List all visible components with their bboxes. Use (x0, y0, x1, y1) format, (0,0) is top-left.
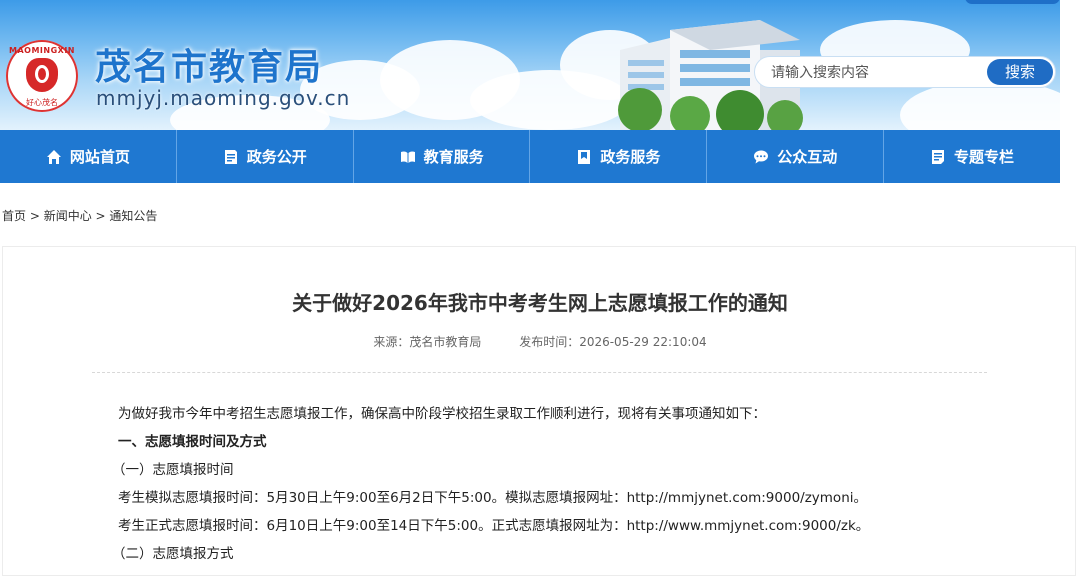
article-paragraph: 考生模拟志愿填报时间：5月30日上午9:00至6月2日下午5:00。模拟志愿填报… (118, 490, 867, 506)
article-paragraph: 考生正式志愿填报时间：6月10日上午9:00至14日下午5:00。正式志愿填报网… (118, 518, 870, 534)
breadcrumb-news-link[interactable]: 新闻中心 (44, 209, 92, 223)
nav-item-special-topics[interactable]: 专题专栏 (884, 130, 1060, 183)
breadcrumb-separator: > (26, 209, 44, 223)
article-title: 关于做好2026年我市中考考生网上志愿填报工作的通知 (292, 291, 788, 315)
breadcrumb-separator: > (91, 209, 110, 223)
bookmark-icon (578, 149, 591, 164)
nav-item-label: 公众互动 (777, 148, 838, 166)
article-paragraph: 为做好我市今年中考招生志愿填报工作，确保高中阶段学校招生录取工作顺利进行，现将有… (118, 406, 766, 422)
nav-item-home[interactable]: 网站首页 (0, 130, 177, 183)
nav-item-label: 政务公开 (246, 148, 307, 166)
list-icon (932, 149, 945, 164)
nav-item-public-interaction[interactable]: 公众互动 (707, 130, 885, 183)
main-nav: 网站首页 政务公开 教育服务 政务服务 公众互动 专题专栏 (0, 130, 1060, 183)
nav-item-government-services[interactable]: 政务服务 (530, 130, 708, 183)
article-section-heading: 一、志愿填报时间及方式 (118, 434, 267, 450)
article-subheading: （一）志愿填报时间 (112, 462, 234, 478)
search-button[interactable]: 搜索 (987, 59, 1053, 85)
nav-item-label: 专题专栏 (954, 148, 1015, 166)
breadcrumb: 首页 > 新闻中心 > 通知公告 (2, 207, 157, 224)
nav-item-label: 教育服务 (423, 148, 484, 166)
breadcrumb-notices-link[interactable]: 通知公告 (109, 209, 157, 223)
document-icon (224, 149, 237, 164)
site-domain: mmjyj.maoming.gov.cn (96, 86, 351, 110)
article-meta: 来源：茂名市教育局 发布时间：2026-05-29 22:10:04 (0, 333, 1080, 350)
logo-ring-text: MAOMINGXIN (9, 46, 75, 55)
book-icon (400, 150, 415, 163)
search-bar: 搜索 (754, 56, 1056, 88)
logo-mark-icon (26, 58, 58, 92)
home-icon (46, 149, 61, 164)
article-publish-time: 发布时间：2026-05-29 22:10:04 (519, 335, 707, 349)
article-subheading: （二）志愿填报方式 (112, 546, 234, 562)
article-source: 来源：茂名市教育局 (373, 335, 482, 349)
chat-icon (754, 150, 769, 163)
site-header: MAOMINGXIN 好心茂名 茂名市教育局 mmjyj.maoming.gov… (0, 0, 1060, 130)
top-utility-pill[interactable] (965, 0, 1060, 4)
breadcrumb-home-link[interactable]: 首页 (2, 209, 26, 223)
site-title[interactable]: 茂名市教育局 (95, 38, 323, 90)
search-input[interactable] (769, 61, 983, 85)
site-logo[interactable]: MAOMINGXIN 好心茂名 (6, 40, 78, 112)
article-divider (92, 372, 987, 373)
nav-item-label: 政务服务 (600, 148, 661, 166)
nav-item-label: 网站首页 (69, 148, 130, 166)
logo-sub-text: 好心茂名 (26, 98, 58, 107)
nav-item-government-affairs[interactable]: 政务公开 (177, 130, 354, 183)
nav-item-education-services[interactable]: 教育服务 (354, 130, 531, 183)
